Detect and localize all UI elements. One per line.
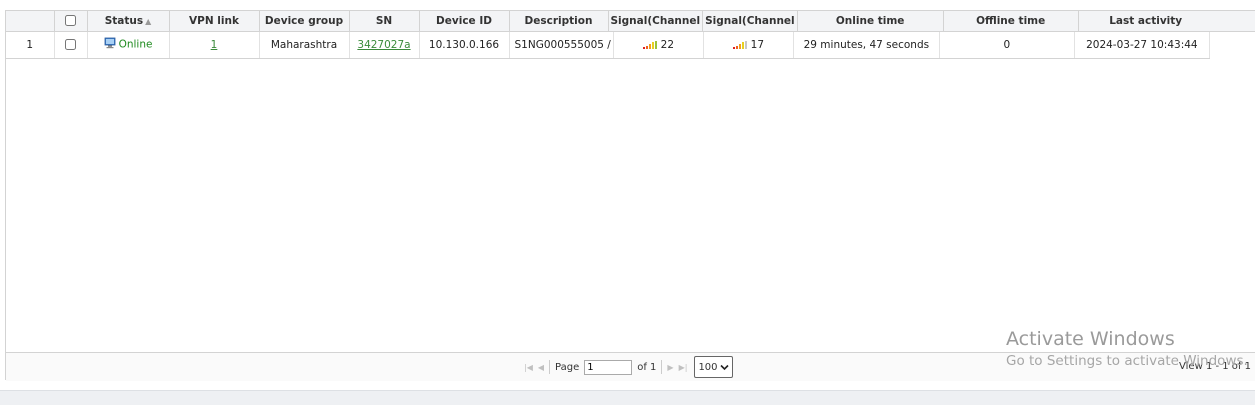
watermark-subtitle: Go to Settings to activate Windows. <box>1006 352 1248 369</box>
sn-link[interactable]: 3427027a <box>357 39 410 51</box>
header-select-all[interactable] <box>54 11 88 32</box>
status-text: Online <box>118 38 153 51</box>
signal-1-value: 22 <box>660 38 675 51</box>
grid-header: Status ▲ VPN link Device group SN Device … <box>6 11 1214 32</box>
grid-body: 1 Online 1 Maharashtra 3427027a 10.130.0… <box>6 32 1210 59</box>
first-page-icon[interactable]: |◀ <box>524 363 533 372</box>
header-status-label: Status <box>104 14 144 27</box>
device-grid: Status ▲ VPN link Device group SN Device … <box>5 10 1255 381</box>
vpn-cell: 1 <box>169 32 260 59</box>
row-number: 1 <box>6 32 55 59</box>
select-all-checkbox[interactable] <box>65 15 76 27</box>
header-online-time[interactable]: Online time <box>797 11 944 32</box>
header-signal-1[interactable]: Signal(Channel <box>608 11 704 32</box>
header-signal-2[interactable]: Signal(Channel <box>702 11 798 32</box>
activate-windows-watermark: Activate Windows Go to Settings to activ… <box>1006 329 1248 369</box>
header-device-id[interactable]: Device ID <box>419 11 510 32</box>
signal-1-cell: 22 <box>613 32 704 59</box>
sn-cell: 3427027a <box>349 32 420 59</box>
sort-asc-icon: ▲ <box>145 16 152 26</box>
offline-time-cell: 0 <box>939 32 1075 59</box>
prev-page-icon[interactable]: ◀ <box>538 363 544 372</box>
header-row-number <box>6 11 55 32</box>
row-select-cell[interactable] <box>54 32 88 59</box>
vpn-link[interactable]: 1 <box>211 39 218 51</box>
page-size-select[interactable]: 100 <box>694 356 733 378</box>
header-vpn-link[interactable]: VPN link <box>169 11 260 32</box>
last-page-icon[interactable]: ▶| <box>679 363 688 372</box>
pager-separator <box>661 360 663 374</box>
header-status[interactable]: Status ▲ <box>87 11 170 32</box>
header-description[interactable]: Description <box>509 11 609 32</box>
signal-bars-icon <box>642 40 657 49</box>
computer-monitor-icon <box>104 37 116 52</box>
page-number-input[interactable] <box>584 359 633 375</box>
next-page-icon[interactable]: ▶ <box>667 363 673 372</box>
watermark-title: Activate Windows <box>1006 328 1175 350</box>
bottom-scroll-strip <box>0 390 1255 405</box>
status-cell: Online <box>87 32 170 59</box>
description-cell: S1NG000555005 / <box>509 32 614 59</box>
header-last-activity[interactable]: Last activity <box>1078 11 1214 32</box>
header-device-group[interactable]: Device group <box>259 11 350 32</box>
table-row[interactable]: 1 Online 1 Maharashtra 3427027a 10.130.0… <box>6 32 1210 59</box>
signal-2-cell: 17 <box>703 32 794 59</box>
header-filler <box>1204 11 1255 32</box>
device-group-cell: Maharashtra <box>259 32 350 59</box>
pager-controls: |◀ ◀ Page of 1 ▶ ▶| 100 <box>524 356 733 378</box>
chevron-down-icon <box>719 364 729 370</box>
header-offline-time[interactable]: Offline time <box>943 11 1079 32</box>
row-checkbox[interactable] <box>65 39 76 51</box>
page-label: Page <box>555 361 580 373</box>
online-time-cell: 29 minutes, 47 seconds <box>793 32 940 59</box>
last-activity-cell: 2024-03-27 10:43:44 <box>1074 32 1210 59</box>
page-of-label: of 1 <box>637 361 657 373</box>
pager-separator <box>549 360 551 374</box>
header-sn[interactable]: SN <box>349 11 420 32</box>
signal-bars-icon <box>732 40 747 49</box>
signal-2-value: 17 <box>750 38 765 51</box>
device-id-cell: 10.130.0.166 <box>419 32 510 59</box>
page-size-value: 100 <box>698 361 718 373</box>
